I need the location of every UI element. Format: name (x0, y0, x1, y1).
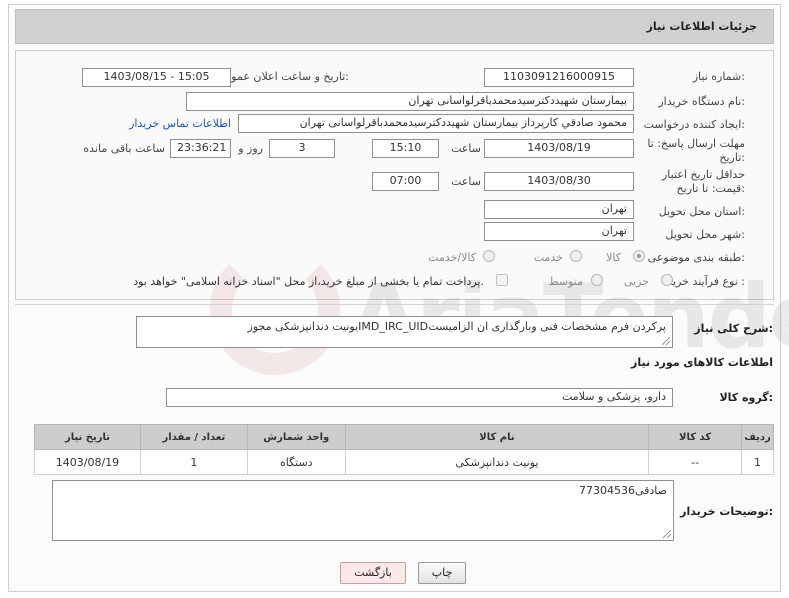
validity-hour-label: ساعت (451, 175, 481, 188)
creator-field: محمود صادقي کارپرداز بیمارستان شهیددکترس… (238, 114, 634, 133)
page-title: جزئیات اطلاعات نیاز (646, 20, 758, 33)
cell-item-name: یونیت دندانپزشکی (344, 449, 650, 475)
cell-unit: دستگاه (246, 449, 346, 475)
purchase-type-label: نوع فرآیند خرید : (667, 275, 745, 288)
province-field: تهران (484, 200, 634, 219)
purchase-medium-radio[interactable] (591, 274, 603, 286)
resize-grip-icon[interactable] (662, 337, 670, 345)
deadline-hour-label: ساعت (451, 142, 481, 155)
deadline-time-field: 15:10 (372, 139, 439, 158)
time-left-label: ساعت باقی مانده (83, 142, 165, 155)
cell-quantity: 1 (139, 449, 248, 475)
general-desc-textarea[interactable]: یونیت دندانپزشکی مجوزIMD_IRC_UIDپرکردن ف… (136, 316, 673, 348)
goods-group-field: دارو، پزشکی و سلامت (166, 388, 673, 407)
cell-row-number: 1 (741, 449, 774, 475)
items-table-header: ردیف کد کالا نام کالا واحد شمارش تعداد /… (34, 424, 774, 450)
cell-item-code: -- (648, 449, 743, 475)
goods-info-heading: اطلاعات کالاهای مورد نیاز (631, 356, 773, 369)
day-and-label: روز و (238, 142, 263, 155)
buyer-notes-text: 77304536صادقی (578, 484, 667, 497)
days-left-field: 3 (269, 139, 335, 158)
purchase-minor-label: جزیی (623, 275, 649, 288)
resize-grip-icon[interactable] (663, 530, 671, 538)
buyer-notes-textarea[interactable]: 77304536صادقی (52, 480, 674, 541)
category-goods-label: کالا (606, 251, 621, 264)
province-label: استان محل تحویل: (658, 205, 745, 218)
announce-datetime-field: 1403/08/15 - 15:05 (82, 68, 231, 87)
validity-date-field: 1403/08/30 (484, 172, 634, 191)
print-button[interactable]: چاپ (418, 562, 466, 584)
purchase-minor-radio[interactable] (661, 274, 673, 286)
col-unit: واحد شمارش (246, 424, 346, 450)
category-goods-service-radio[interactable] (483, 250, 495, 262)
treasury-payment-checkbox[interactable] (496, 274, 508, 286)
col-item-name: نام کالا (344, 424, 650, 450)
deadline-date-field: 1403/08/19 (484, 139, 634, 158)
time-left-field: 23:36:21 (170, 139, 231, 158)
city-field: تهران (484, 222, 634, 241)
category-goods-service-label: کالا/خدمت (428, 251, 476, 264)
col-item-code: کد کالا (648, 424, 743, 450)
deadline-label: مهلت ارسال پاسخ: تا تاریخ: (647, 137, 745, 164)
general-desc-label: شرح کلی نیاز: (694, 322, 773, 335)
col-quantity: تعداد / مقدار (139, 424, 248, 450)
buyer-org-field: بیمارستان شهیددکترسیدمحمدباقرلواسانی تهر… (186, 92, 634, 111)
min-validity-label: حداقل تاریخ اعتبار قیمت: تا تاریخ: (661, 168, 745, 195)
treasury-payment-note: پرداخت تمام یا بخشی از مبلغ خرید،از محل … (133, 275, 484, 288)
table-row: 1 -- یونیت دندانپزشکی دستگاه 1 1403/08/1… (34, 449, 774, 475)
items-table: ردیف کد کالا نام کالا واحد شمارش تعداد /… (34, 424, 774, 475)
buyer-notes-label: توضیحات خریدار: (680, 505, 773, 518)
general-desc-text: یونیت دندانپزشکی مجوزIMD_IRC_UIDپرکردن ف… (247, 320, 666, 333)
category-service-label: خدمت (533, 251, 563, 264)
category-label: طبقه بندی موضوعی: (647, 251, 745, 264)
section-divider (15, 304, 774, 305)
purchase-medium-label: متوسط (548, 275, 583, 288)
goods-group-label: گروه کالا: (719, 391, 773, 404)
creator-label: ایجاد کننده درخواست: (643, 118, 745, 131)
back-button[interactable]: بازگشت (340, 562, 406, 584)
validity-time-field: 07:00 (372, 172, 439, 191)
category-goods-radio[interactable] (633, 250, 645, 262)
cell-need-date: 1403/08/19 (34, 449, 141, 475)
buyer-org-label: نام دستگاه خریدار: (658, 95, 745, 108)
need-number-label: شماره نیاز: (692, 70, 745, 83)
buyer-contact-link[interactable]: اطلاعات تماس خریدار (129, 117, 231, 130)
page-header: جزئیات اطلاعات نیاز (15, 9, 774, 44)
col-need-date: تاریخ نیاز (34, 424, 141, 450)
col-row-number: ردیف (741, 424, 774, 450)
need-number-field: 1103091216000915 (484, 68, 634, 87)
city-label: شهر محل تحویل: (665, 228, 745, 241)
announce-datetime-label: تاریخ و ساعت اعلان عمومی: (216, 70, 349, 83)
category-service-radio[interactable] (570, 250, 582, 262)
